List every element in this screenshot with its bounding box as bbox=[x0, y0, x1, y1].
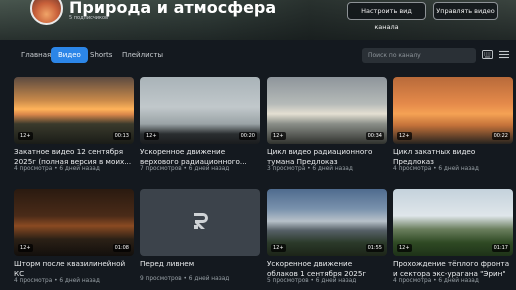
view-count: 7 просмотров bbox=[140, 166, 182, 172]
view-count: 9 просмотров bbox=[140, 276, 182, 282]
view-count: 4 просмотра bbox=[393, 278, 432, 284]
tab-playlists[interactable]: Плейлисты bbox=[122, 47, 163, 63]
placeholder-logo-icon bbox=[194, 213, 208, 229]
video-meta: 4 просмотра • 6 дней назад bbox=[393, 278, 479, 284]
video-meta: 7 просмотров • 6 дней назад bbox=[140, 166, 230, 172]
video-meta: 5 просмотров • 6 дней назад bbox=[267, 278, 357, 284]
view-count: 4 просмотра bbox=[393, 166, 432, 172]
age-rating-badge: 12+ bbox=[18, 132, 33, 140]
duration-badge: 01:08 bbox=[112, 244, 131, 252]
upload-age: 6 дней назад bbox=[188, 166, 230, 172]
video-title[interactable]: Прохождение тёплого фронта и сектора экс… bbox=[393, 259, 511, 278]
video-thumbnail[interactable] bbox=[140, 189, 260, 256]
duration-badge: 00:22 bbox=[491, 132, 510, 140]
view-count: 5 просмотров bbox=[267, 278, 309, 284]
video-thumbnail[interactable]: 12+ 00:13 bbox=[14, 77, 134, 144]
video-meta: 4 просмотра • 6 дней назад bbox=[14, 166, 100, 172]
video-thumbnail[interactable]: 12+ 01:17 bbox=[393, 189, 513, 256]
video-thumbnail[interactable]: 12+ 00:20 bbox=[140, 77, 260, 144]
view-count: 4 просмотра bbox=[14, 278, 53, 284]
upload-age: 6 дней назад bbox=[438, 166, 479, 172]
tab-videos[interactable]: Видео bbox=[51, 47, 88, 63]
view-count: 4 просмотра bbox=[14, 166, 53, 172]
video-thumbnail[interactable]: 12+ 00:22 bbox=[393, 77, 513, 144]
video-title[interactable]: Цикл видео радиационного тумана Предлока… bbox=[267, 147, 385, 166]
manage-videos-button[interactable]: Управлять видео bbox=[433, 2, 498, 20]
duration-badge: 00:13 bbox=[112, 132, 131, 140]
video-meta: 4 просмотра • 6 дней назад bbox=[393, 166, 479, 172]
video-title[interactable]: Цикл закатных видео Предлоказ bbox=[393, 147, 511, 166]
upload-age: 6 дней назад bbox=[59, 166, 100, 172]
duration-badge: 00:20 bbox=[238, 132, 257, 140]
tab-home[interactable]: Главная bbox=[21, 47, 51, 63]
age-rating-badge: 12+ bbox=[271, 132, 286, 140]
video-title[interactable]: Ускоренное движение верхового радиационн… bbox=[140, 147, 258, 166]
upload-age: 6 дней назад bbox=[312, 166, 353, 172]
video-thumbnail[interactable]: 12+ 01:55 bbox=[267, 189, 387, 256]
video-title[interactable]: Закатное видео 12 сентября 2025г (полная… bbox=[14, 147, 132, 166]
age-rating-badge: 12+ bbox=[18, 244, 33, 252]
video-thumbnail[interactable]: 12+ 01:08 bbox=[14, 189, 134, 256]
list-view-icon[interactable] bbox=[499, 50, 509, 59]
view-count: 3 просмотра bbox=[267, 166, 306, 172]
duration-badge: 01:17 bbox=[491, 244, 510, 252]
age-rating-badge: 12+ bbox=[397, 244, 412, 252]
video-meta: 4 просмотра • 6 дней назад bbox=[14, 278, 100, 284]
age-rating-badge: 12+ bbox=[271, 244, 286, 252]
upload-age: 6 дней назад bbox=[438, 278, 479, 284]
channel-search-input[interactable]: Поиск по каналу bbox=[362, 48, 476, 63]
duration-badge: 01:55 bbox=[365, 244, 384, 252]
video-title[interactable]: Шторм после квазилинейной КС bbox=[14, 259, 132, 278]
duration-badge: 00:34 bbox=[365, 132, 384, 140]
customize-channel-button[interactable]: Настроить вид канала bbox=[347, 2, 426, 31]
age-rating-badge: 12+ bbox=[397, 132, 412, 140]
channel-banner: Природа и атмосфера 5 подписчиков Настро… bbox=[0, 0, 516, 40]
upload-age: 6 дней назад bbox=[59, 278, 100, 284]
tab-shorts[interactable]: Shorts bbox=[90, 47, 112, 63]
upload-age: 6 дней назад bbox=[188, 276, 230, 282]
keyboard-icon[interactable] bbox=[482, 50, 493, 59]
age-rating-badge: 12+ bbox=[144, 132, 159, 140]
video-thumbnail[interactable]: 12+ 00:34 bbox=[267, 77, 387, 144]
video-meta: 9 просмотров • 6 дней назад bbox=[140, 276, 230, 282]
subscriber-count: 5 подписчиков bbox=[69, 15, 109, 21]
video-meta: 3 просмотра • 6 дней назад bbox=[267, 166, 353, 172]
upload-age: 6 дней назад bbox=[315, 278, 357, 284]
video-title[interactable]: Перед ливнем bbox=[140, 259, 258, 269]
video-title[interactable]: Ускоренное движение облаков 1 сентября 2… bbox=[267, 259, 385, 278]
